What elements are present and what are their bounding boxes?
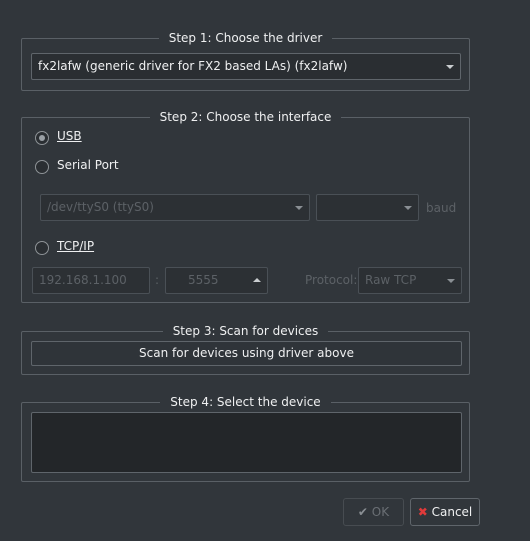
- tcp-ip-radio[interactable]: [35, 241, 49, 255]
- step3-group: Step 3: Scan for devices Scan for device…: [21, 324, 470, 375]
- step1-title: Step 1: Choose the driver: [158, 31, 333, 45]
- step3-title: Step 3: Scan for devices: [162, 324, 329, 338]
- cancel-label: Cancel: [431, 505, 473, 519]
- driver-select-value: fx2lafw (generic driver for FX2 based LA…: [38, 59, 348, 73]
- host-input[interactable]: 192.168.1.100: [32, 267, 150, 294]
- scan-devices-label: Scan for devices using driver above: [139, 346, 354, 360]
- usb-label[interactable]: USB: [57, 129, 82, 143]
- cancel-button[interactable]: ✖ Cancel: [410, 498, 480, 526]
- step1-group: Step 1: Choose the driver fx2lafw (gener…: [21, 31, 470, 91]
- ok-button[interactable]: ✔ OK: [343, 498, 404, 526]
- chevron-down-icon: [295, 206, 303, 210]
- usb-radio[interactable]: [35, 131, 49, 145]
- port-spinbox[interactable]: 5555: [165, 267, 268, 294]
- serial-port-select[interactable]: /dev/ttyS0 (ttyS0): [40, 194, 310, 221]
- chevron-down-icon: [446, 65, 454, 69]
- chevron-down-icon: [404, 206, 412, 210]
- protocol-value: Raw TCP: [365, 273, 417, 287]
- host-port-separator: :: [155, 273, 160, 287]
- step4-group: Step 4: Select the device: [21, 395, 470, 482]
- driver-select[interactable]: fx2lafw (generic driver for FX2 based LA…: [31, 53, 461, 80]
- protocol-label: Protocol:: [305, 273, 358, 287]
- baud-label: baud: [426, 201, 457, 215]
- tcp-ip-label[interactable]: TCP/IP: [57, 239, 94, 253]
- host-placeholder: 192.168.1.100: [39, 273, 127, 287]
- serial-port-value: /dev/ttyS0 (ttyS0): [47, 200, 154, 214]
- step2-title: Step 2: Choose the interface: [149, 110, 342, 124]
- baud-select[interactable]: [316, 194, 419, 221]
- x-icon: ✖: [417, 505, 428, 519]
- protocol-select[interactable]: Raw TCP: [358, 267, 462, 294]
- serial-port-radio[interactable]: [35, 160, 49, 174]
- chevron-down-icon: [447, 279, 455, 283]
- serial-port-label[interactable]: Serial Port: [57, 158, 119, 172]
- scan-devices-button[interactable]: Scan for devices using driver above: [31, 341, 462, 366]
- ok-label: OK: [371, 505, 390, 519]
- device-list[interactable]: [31, 412, 462, 473]
- check-icon: ✔: [357, 505, 368, 519]
- chevron-up-icon[interactable]: [253, 278, 261, 282]
- step2-group: Step 2: Choose the interface USB Serial …: [21, 110, 470, 303]
- port-value: 5555: [188, 273, 219, 287]
- step4-title: Step 4: Select the device: [160, 395, 331, 409]
